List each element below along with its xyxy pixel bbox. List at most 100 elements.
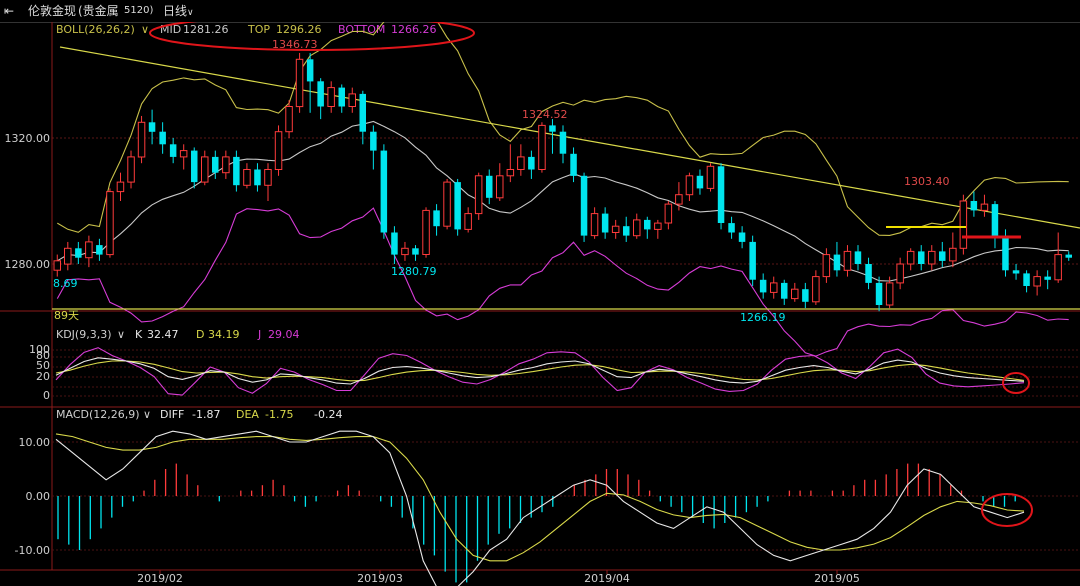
macd-label[interactable]: MACD(12,26,9) [56, 408, 140, 421]
back-arrow-icon[interactable]: ⇤ [4, 0, 24, 22]
candle-body [959, 200, 968, 249]
candle-body [391, 232, 398, 255]
candle-body [664, 203, 673, 224]
candle-body [906, 250, 915, 265]
candle-body [1002, 235, 1009, 271]
candle-body [179, 150, 188, 158]
chevron-down-icon[interactable]: ∨ [143, 408, 151, 421]
kdj-tick-label: 20 [36, 370, 50, 383]
title-bar: ⇤ 伦敦金现 (贵金属 5120) 日线∨ [0, 0, 1080, 23]
macd-histogram [57, 463, 1016, 583]
candle-body [1033, 276, 1041, 287]
candle-body [738, 232, 746, 242]
candle-body [611, 225, 620, 233]
candle-body [496, 175, 504, 199]
candle-body [991, 204, 999, 236]
candle-body [802, 289, 809, 302]
candle-body [970, 201, 978, 211]
candle-body [791, 288, 799, 300]
candle-body [949, 247, 957, 262]
boll-label[interactable]: BOLL(26,26,2) [56, 23, 135, 36]
candle-body [285, 106, 293, 133]
candle-body [506, 169, 515, 177]
candle-body [896, 263, 904, 284]
candle-body [885, 282, 894, 306]
candle-body [191, 150, 198, 183]
period-label: 日线 [163, 4, 188, 18]
candle-body [580, 175, 588, 236]
macd-diff-label: DIFF [160, 408, 184, 421]
candle-body [812, 276, 820, 303]
boll-top-value: 1296.26 [276, 23, 322, 36]
candle-body [696, 175, 704, 189]
candle-body [854, 251, 862, 264]
macd-dea-label: DEA [236, 408, 259, 421]
macd-value: -0.24 [314, 408, 342, 421]
candle-body [875, 282, 883, 305]
chart-area: BOLL(26,26,2) ∨ MID 1281.26 TOP 1296.26 … [0, 22, 1080, 586]
candle-body [644, 219, 651, 230]
candle-body [85, 241, 93, 259]
candle-body [939, 251, 946, 261]
candle-body [96, 245, 103, 255]
candle-body [601, 213, 609, 233]
candle-body [75, 248, 82, 258]
macd-dea-line [55, 433, 1025, 562]
candle-body [770, 282, 778, 293]
candle-body [833, 254, 841, 271]
candle-body [212, 156, 219, 173]
candle-body [201, 156, 209, 183]
price-tick-label: 1320.00 [5, 132, 51, 145]
candle-body [517, 156, 525, 170]
candle-body [918, 251, 925, 264]
boll-bottom-value: 1266.26 [391, 23, 437, 36]
candle-body [380, 150, 388, 233]
candle-body [749, 241, 756, 280]
candle-body [116, 181, 125, 193]
candle-body [443, 181, 451, 227]
candle-body [338, 87, 345, 107]
candle-body [317, 81, 324, 107]
candle-body [306, 59, 314, 82]
candle-body [538, 124, 546, 170]
kdj-j-value: 29.04 [268, 328, 300, 341]
axes: 1320.001280.00100805020010.000.00-10.002… [5, 132, 860, 585]
kdj-k-label: K [135, 328, 143, 341]
chevron-down-icon[interactable]: ∨ [117, 328, 125, 341]
candle-body [348, 93, 356, 108]
chevron-down-icon[interactable]: ∨ [141, 23, 149, 36]
high-label-2: 1324.52 [522, 108, 568, 121]
candle-body [728, 223, 735, 233]
candle-body [106, 191, 114, 256]
candle-body [264, 169, 272, 186]
candle-body [865, 264, 872, 283]
candle-body [274, 131, 283, 170]
candle-body [706, 165, 715, 189]
candle-body [159, 131, 166, 145]
candle-body [222, 156, 230, 174]
x-tick-label: 2019/05 [814, 572, 860, 585]
candle-body [53, 260, 61, 271]
x-tick-label: 2019/02 [137, 572, 183, 585]
candle-body [295, 58, 304, 108]
candle-body [454, 182, 461, 230]
boll-top-label: TOP [247, 23, 270, 36]
candle-body [559, 131, 567, 154]
candle-body [1023, 273, 1030, 286]
candle-body [928, 250, 936, 265]
candle-body [148, 122, 156, 132]
period-selector[interactable]: 日线∨ [163, 0, 194, 24]
symbol-category: (贵金属 [78, 4, 119, 18]
kdj-lines [55, 347, 1025, 396]
kdj-k-value: 32.47 [147, 328, 179, 341]
candle-body [717, 166, 725, 223]
candle-body [464, 213, 472, 230]
low-label-2: 1266.19 [740, 311, 786, 324]
candle-body [474, 175, 483, 215]
candle-body [169, 144, 177, 157]
kdj-label[interactable]: KDJ(9,3,3) [56, 328, 112, 341]
candle-body [127, 156, 135, 183]
candle-body [327, 87, 335, 107]
candle-body [633, 219, 641, 237]
candle-body [64, 247, 72, 265]
